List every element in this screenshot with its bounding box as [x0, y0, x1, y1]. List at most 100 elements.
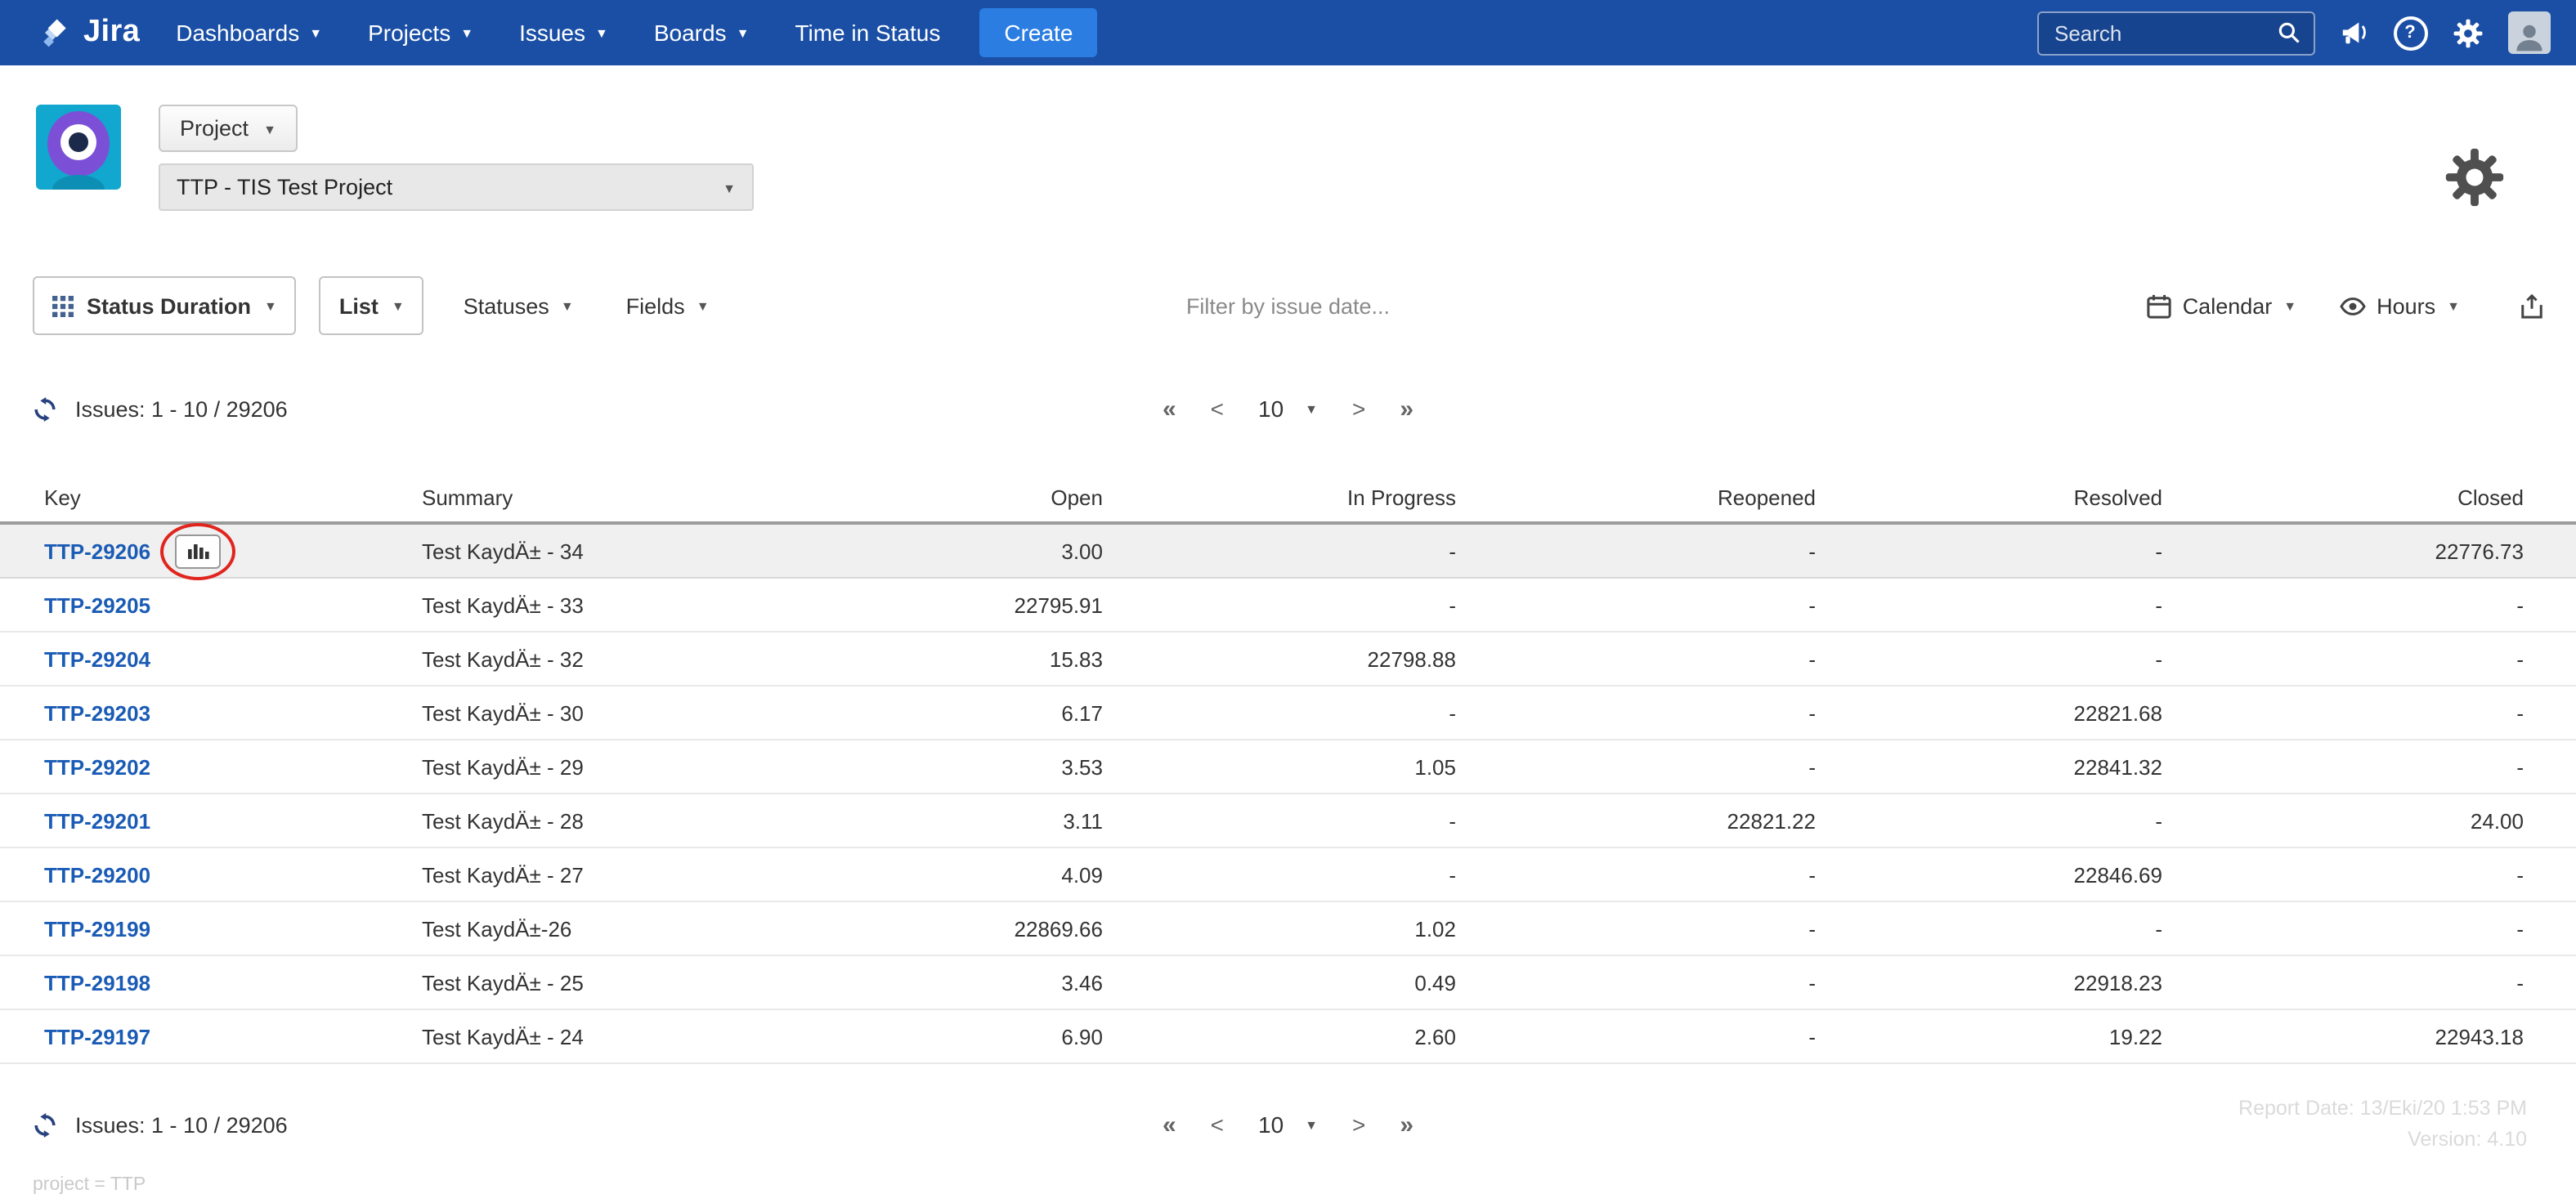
export-icon[interactable]	[2519, 292, 2543, 320]
key-cell: TTP-29203	[0, 700, 376, 725]
next-page-button[interactable]: >	[1352, 1111, 1365, 1138]
col-summary: Summary	[422, 485, 513, 509]
project-header: Project ▼ TTP - TIS Test Project ▼	[0, 65, 2576, 211]
main-menu: Dashboards ▼ Projects ▼ Issues ▼ Boards …	[176, 20, 940, 46]
next-page-button[interactable]: >	[1352, 396, 1365, 422]
prev-page-button[interactable]: <	[1211, 396, 1224, 422]
search-icon[interactable]	[2277, 21, 2300, 44]
menu-label: Issues	[519, 20, 585, 46]
duration-reopened: -	[1808, 916, 1816, 941]
issue-key-link[interactable]: TTP-29205	[44, 593, 150, 617]
issue-key-link[interactable]: TTP-29202	[44, 754, 150, 779]
question-mark: ?	[2393, 16, 2427, 50]
duration-reopened: -	[1808, 700, 1816, 725]
issue-key-link[interactable]: TTP-29199	[44, 916, 150, 941]
table-row: TTP-29199 Test KaydÄ±-26 22869.66 1.02 -…	[0, 902, 2576, 956]
key-cell: TTP-29199	[0, 916, 376, 941]
menu-time-in-status[interactable]: Time in Status	[795, 20, 940, 46]
create-button[interactable]: Create	[979, 8, 1098, 57]
duration-resolved: -	[2155, 808, 2162, 833]
issue-summary: Test KaydÄ± - 30	[422, 700, 584, 725]
duration-resolved: 22841.32	[2073, 754, 2162, 779]
menu-projects[interactable]: Projects ▼	[368, 20, 473, 46]
key-cell: TTP-29201	[0, 808, 376, 833]
issue-key-link[interactable]: TTP-29201	[44, 808, 150, 833]
duration-reopened: -	[1808, 1024, 1816, 1049]
selected-project-label: TTP - TIS Test Project	[177, 175, 393, 199]
issue-key-link[interactable]: TTP-29200	[44, 862, 150, 887]
duration-reopened: -	[1808, 862, 1816, 887]
fields-label: Fields	[625, 293, 685, 318]
issue-key-link[interactable]: TTP-29197	[44, 1024, 150, 1049]
table-row: TTP-29203 Test KaydÄ± - 30 6.17 - - 2282…	[0, 686, 2576, 740]
top-nav: Jira Dashboards ▼ Projects ▼ Issues ▼ Bo…	[0, 0, 2576, 65]
fields-dropdown[interactable]: Fields ▼	[626, 293, 710, 318]
issue-key-link[interactable]: TTP-29198	[44, 970, 150, 995]
search-input[interactable]	[2051, 19, 2277, 47]
issue-key-link[interactable]: TTP-29203	[44, 700, 150, 725]
key-cell: TTP-29206	[0, 522, 376, 579]
view-type-button[interactable]: List ▼	[319, 276, 424, 335]
chevron-down-icon: ▼	[263, 122, 276, 136]
col-closed: Closed	[2457, 485, 2524, 509]
first-page-button[interactable]: «	[1163, 1111, 1176, 1138]
results-bar-top: Issues: 1 - 10 / 29206 « < 10 ▼ > »	[0, 384, 2576, 433]
statuses-label: Statuses	[463, 293, 549, 318]
duration-resolved: -	[2155, 539, 2162, 563]
settings-gear-icon[interactable]	[2452, 17, 2483, 48]
chart-annotation	[160, 522, 236, 579]
issue-summary: Test KaydÄ± - 34	[422, 539, 584, 563]
page-size-select[interactable]: 10 ▼	[1258, 1111, 1318, 1138]
last-page-button[interactable]: »	[1400, 395, 1413, 423]
help-icon[interactable]: ?	[2393, 16, 2427, 50]
duration-resolved: -	[2155, 593, 2162, 617]
duration-resolved: 22846.69	[2073, 862, 2162, 887]
issue-summary: Test KaydÄ± - 33	[422, 593, 584, 617]
chevron-down-icon: ▼	[1305, 402, 1318, 417]
duration-closed: -	[2516, 862, 2524, 887]
feedback-megaphone-icon[interactable]	[2339, 20, 2368, 46]
issue-key-link[interactable]: TTP-29204	[44, 646, 150, 671]
table-row: TTP-29206 Test KaydÄ± - 34 3.00 - - - 22…	[0, 522, 2576, 579]
table-row: TTP-29198 Test KaydÄ± - 25 3.46 0.49 - 2…	[0, 956, 2576, 1010]
report-settings-gear-icon[interactable]	[2444, 147, 2504, 212]
statuses-dropdown[interactable]: Statuses ▼	[464, 293, 574, 318]
duration-closed: 24.00	[2470, 808, 2524, 833]
issue-key-link[interactable]: TTP-29206	[44, 539, 150, 563]
issue-date-filter-input[interactable]	[1080, 292, 1496, 320]
prev-page-button[interactable]: <	[1211, 1111, 1224, 1138]
user-avatar[interactable]	[2507, 11, 2550, 54]
page-size-select[interactable]: 10 ▼	[1258, 396, 1318, 422]
table-header: Key Summary Open In Progress Reopened Re…	[0, 472, 2576, 525]
calendar-label: Calendar	[2182, 293, 2273, 318]
report-type-button[interactable]: Status Duration ▼	[33, 276, 297, 335]
duration-closed: 22776.73	[2435, 539, 2524, 563]
menu-label: Time in Status	[795, 20, 941, 46]
project-scope-button[interactable]: Project ▼	[159, 105, 298, 152]
refresh-icon[interactable]	[33, 1112, 57, 1137]
project-select[interactable]: TTP - TIS Test Project ▼	[159, 163, 754, 211]
menu-dashboards[interactable]: Dashboards ▼	[176, 20, 322, 46]
issues-count: Issues: 1 - 10 / 29206	[75, 396, 288, 421]
duration-in-progress: 2.60	[1414, 1024, 1456, 1049]
jira-brand[interactable]: Jira	[36, 15, 140, 51]
last-page-button[interactable]: »	[1400, 1111, 1413, 1138]
issue-summary: Test KaydÄ± - 32	[422, 646, 584, 671]
issue-summary: Test KaydÄ± - 28	[422, 808, 584, 833]
calendar-dropdown[interactable]: Calendar ▼	[2147, 293, 2296, 318]
duration-reopened: -	[1808, 539, 1816, 563]
first-page-button[interactable]: «	[1163, 395, 1176, 423]
chart-button[interactable]	[175, 534, 222, 568]
menu-boards[interactable]: Boards ▼	[654, 20, 750, 46]
col-key: Key	[44, 485, 81, 509]
refresh-icon[interactable]	[33, 396, 57, 421]
jira-page: Jira Dashboards ▼ Projects ▼ Issues ▼ Bo…	[0, 0, 2576, 1203]
menu-issues[interactable]: Issues ▼	[519, 20, 608, 46]
project-avatar[interactable]	[36, 105, 121, 190]
page-size-value: 10	[1258, 396, 1284, 422]
key-cell: TTP-29198	[0, 970, 376, 995]
duration-closed: -	[2516, 970, 2524, 995]
duration-resolved: 22918.23	[2073, 970, 2162, 995]
hours-unit-dropdown[interactable]: Hours ▼	[2339, 293, 2460, 318]
key-cell: TTP-29202	[0, 754, 376, 779]
